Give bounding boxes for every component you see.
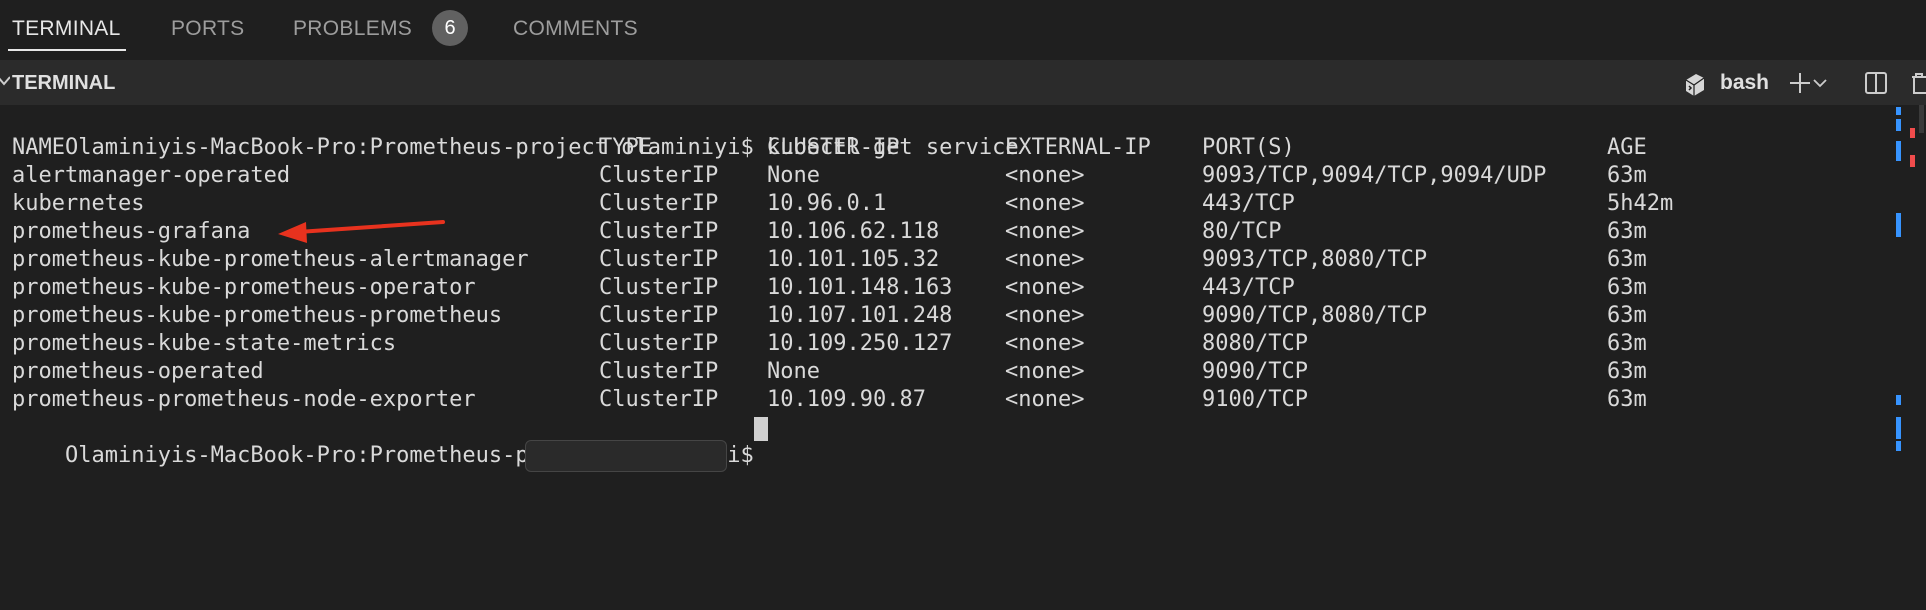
- service-type: ClusterIP: [599, 219, 719, 244]
- external-ip: <none>: [1005, 191, 1085, 216]
- scroll-mark: [1896, 107, 1901, 115]
- tab-ports[interactable]: PORTS: [171, 0, 244, 58]
- ports: 443/TCP: [1202, 191, 1295, 216]
- tab-problems[interactable]: PROBLEMS: [293, 0, 412, 58]
- age: 63m: [1607, 303, 1647, 328]
- cluster-ip: 10.96.0.1: [767, 191, 887, 216]
- scroll-thumb[interactable]: [1919, 105, 1924, 133]
- table-row: prometheus-kube-state-metrics ClusterIP …: [12, 330, 1882, 358]
- scroll-mark: [1910, 128, 1915, 138]
- problems-count-badge: 6: [432, 10, 468, 46]
- external-ip: <none>: [1005, 359, 1085, 384]
- age: 63m: [1607, 219, 1647, 244]
- external-ip: <none>: [1005, 275, 1085, 300]
- column-header: AGE: [1607, 135, 1647, 160]
- age: 63m: [1607, 359, 1647, 384]
- external-ip: <none>: [1005, 331, 1085, 356]
- table-row: prometheus-kube-prometheus-prometheus Cl…: [12, 302, 1882, 330]
- external-ip: <none>: [1005, 247, 1085, 272]
- cluster-ip: 10.109.250.127: [767, 331, 953, 356]
- service-name: prometheus-operated: [12, 359, 264, 384]
- ports: 443/TCP: [1202, 275, 1295, 300]
- age: 63m: [1607, 387, 1647, 412]
- age: 63m: [1607, 331, 1647, 356]
- external-ip: <none>: [1005, 387, 1085, 412]
- table-row: prometheus-operated ClusterIP None <none…: [12, 358, 1882, 386]
- terminal-scrollbar[interactable]: [1895, 105, 1926, 452]
- text-cursor: [754, 417, 768, 441]
- ports: 8080/TCP: [1202, 331, 1308, 356]
- service-type: ClusterIP: [599, 247, 719, 272]
- terminal-header: TERMINAL bash: [0, 61, 1926, 105]
- external-ip: <none>: [1005, 163, 1085, 188]
- chevron-down-icon[interactable]: [0, 69, 10, 93]
- trash-icon[interactable]: [1908, 69, 1926, 97]
- cluster-ip: 10.101.105.32: [767, 247, 940, 272]
- ports: 9093/TCP,9094/TCP,9094/UDP: [1202, 163, 1547, 188]
- service-name: prometheus-kube-prometheus-operator: [12, 275, 476, 300]
- ports: 80/TCP: [1202, 219, 1282, 244]
- service-name: prometheus-kube-prometheus-prometheus: [12, 303, 503, 328]
- cluster-ip: 10.107.101.248: [767, 303, 953, 328]
- scroll-mark: [1896, 395, 1901, 405]
- column-header: CLUSTER-IP: [767, 135, 900, 160]
- service-type: ClusterIP: [599, 163, 719, 188]
- scroll-mark: [1910, 155, 1915, 167]
- cluster-ip: 10.109.90.87: [767, 387, 926, 412]
- cluster-ip: 10.101.148.163: [767, 275, 953, 300]
- scroll-mark: [1896, 213, 1901, 237]
- tab-comments[interactable]: COMMENTS: [513, 0, 638, 58]
- service-type: ClusterIP: [599, 191, 719, 216]
- scroll-mark: [1896, 141, 1901, 161]
- terminal-shell-icon: [1685, 74, 1705, 96]
- scroll-mark: [1896, 119, 1901, 131]
- column-header: EXTERNAL-IP: [1005, 135, 1151, 160]
- ports: 9090/TCP: [1202, 359, 1308, 384]
- panel-tab-bar: TERMINAL PORTS PROBLEMS 6 COMMENTS: [0, 0, 1926, 61]
- terminal-section-title: TERMINAL: [12, 72, 116, 94]
- external-ip: <none>: [1005, 219, 1085, 244]
- prompt-line[interactable]: Olaminiyis-MacBook-Pro:Prometheus-projec…: [12, 414, 812, 468]
- service-type: ClusterIP: [599, 387, 719, 412]
- chevron-down-icon[interactable]: [1812, 69, 1828, 97]
- service-type: ClusterIP: [599, 359, 719, 384]
- external-ip: <none>: [1005, 303, 1085, 328]
- plus-icon[interactable]: [1786, 69, 1814, 97]
- ports: 9093/TCP,8080/TCP: [1202, 247, 1428, 272]
- cluster-ip: None: [767, 359, 820, 384]
- column-header: TYPE: [599, 135, 652, 160]
- scroll-mark: [1896, 441, 1901, 451]
- service-name: prometheus-prometheus-node-exporter: [12, 387, 476, 412]
- service-name: prometheus-kube-state-metrics: [12, 331, 397, 356]
- table-row: prometheus-kube-prometheus-operator Clus…: [12, 274, 1882, 302]
- age: 5h42m: [1607, 191, 1674, 216]
- annotation-arrow: [278, 220, 445, 243]
- ports: 9100/TCP: [1202, 387, 1308, 412]
- terminal-output[interactable]: Olaminiyis-MacBook-Pro:Prometheus-projec…: [0, 105, 1895, 468]
- column-header: PORT(S): [1202, 135, 1295, 160]
- active-tab-indicator: [8, 49, 126, 51]
- age: 63m: [1607, 163, 1647, 188]
- service-type: ClusterIP: [599, 331, 719, 356]
- table-row: prometheus-prometheus-node-exporter Clus…: [12, 386, 1882, 414]
- hover-popup: [525, 440, 727, 472]
- cluster-ip: 10.106.62.118: [767, 219, 940, 244]
- service-type: ClusterIP: [599, 275, 719, 300]
- cluster-ip: None: [767, 163, 820, 188]
- split-editor-icon[interactable]: [1862, 69, 1890, 97]
- age: 63m: [1607, 247, 1647, 272]
- service-type: ClusterIP: [599, 303, 719, 328]
- scroll-mark: [1896, 417, 1901, 439]
- age: 63m: [1607, 275, 1647, 300]
- ports: 9090/TCP,8080/TCP: [1202, 303, 1428, 328]
- shell-name[interactable]: bash: [1720, 61, 1769, 105]
